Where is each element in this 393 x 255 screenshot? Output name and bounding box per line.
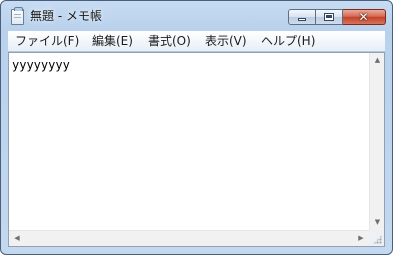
scroll-left-icon[interactable]: ◀ <box>9 231 25 246</box>
scroll-down-icon[interactable]: ▼ <box>370 215 385 230</box>
maximize-button[interactable] <box>316 9 343 25</box>
minimize-icon <box>298 18 306 21</box>
minimize-button[interactable] <box>288 9 316 25</box>
close-button[interactable]: ✕ <box>343 9 386 25</box>
menu-view[interactable]: 表示(V) <box>202 33 250 49</box>
vertical-scrollbar[interactable]: ▲ ▼ <box>369 53 384 230</box>
scroll-up-icon[interactable]: ▲ <box>370 53 385 68</box>
menu-help[interactable]: ヘルプ(H) <box>258 33 318 49</box>
menu-file[interactable]: ファイル(F) <box>12 33 82 49</box>
editor-area: yyyyyyyy ▲ ▼ ◀ ▶ <box>8 52 385 247</box>
text-editor[interactable]: yyyyyyyy <box>9 53 369 230</box>
maximize-icon <box>324 13 334 21</box>
resize-grip-icon <box>373 235 382 244</box>
menu-format[interactable]: 書式(O) <box>145 33 194 49</box>
close-icon: ✕ <box>358 10 369 24</box>
notepad-window: 無題 - メモ帳 ✕ ファイル(F) 編集(E) 書式(O) 表示(V) ヘルプ… <box>0 0 393 255</box>
horizontal-scrollbar[interactable]: ◀ ▶ <box>9 230 369 246</box>
menu-bar: ファイル(F) 編集(E) 書式(O) 表示(V) ヘルプ(H) <box>8 31 385 52</box>
scroll-right-icon[interactable]: ▶ <box>353 231 369 246</box>
menu-edit[interactable]: 編集(E) <box>89 33 136 49</box>
window-title: 無題 - メモ帳 <box>30 9 102 23</box>
title-bar[interactable]: 無題 - メモ帳 ✕ <box>1 1 392 29</box>
size-grip[interactable] <box>369 230 384 246</box>
notepad-icon[interactable] <box>11 7 24 25</box>
